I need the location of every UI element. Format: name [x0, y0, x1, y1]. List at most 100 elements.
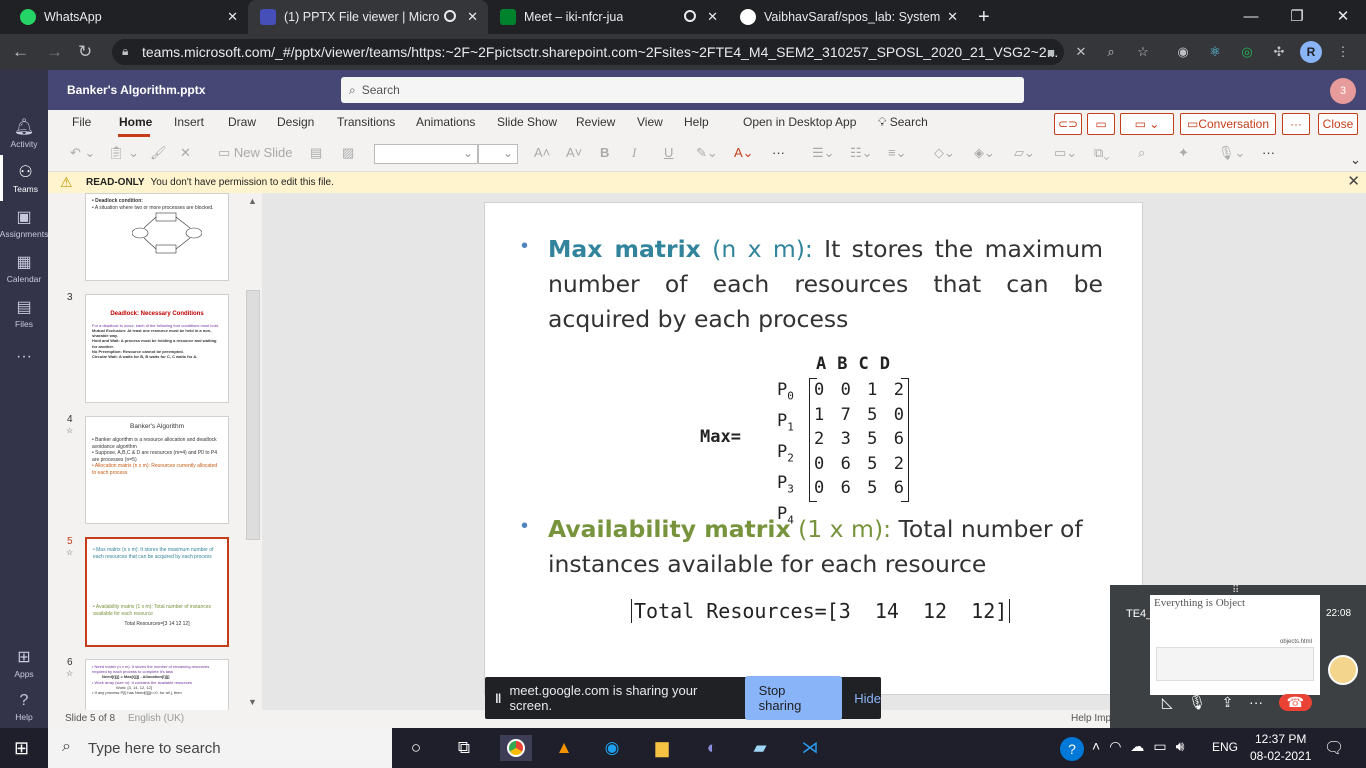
mic-off-icon[interactable]: 🎙︎ — [1188, 694, 1206, 711]
slide-thumbnail-2[interactable]: • Deadlock condition: • A situation wher… — [85, 193, 229, 281]
paste-icon[interactable]: 📋︎ ⌄ — [108, 145, 139, 161]
back-icon[interactable]: ← — [12, 42, 29, 62]
tray-chevron-icon[interactable]: ˄ — [1092, 738, 1100, 755]
volume-icon[interactable]: 🔊︎ — [1176, 738, 1185, 755]
close-tab-icon[interactable]: ✕ — [707, 9, 718, 25]
slide-thumbnail-4[interactable]: Banker's Algorithm • Banker algorithm is… — [85, 416, 229, 524]
close-viewer-button[interactable]: Close — [1318, 113, 1358, 135]
undo-icon[interactable]: ↶ ⌄ — [70, 145, 95, 161]
onedrive-icon[interactable]: ☁︎ — [1130, 738, 1144, 755]
browser-tab-github[interactable]: VaibhavSaraf/spos_lab: System Pr ✕ — [728, 0, 968, 34]
clock[interactable]: 12:37 PM 08-02-2021 — [1250, 731, 1311, 765]
close-window-button[interactable]: ✕ — [1320, 0, 1366, 32]
tab-animations[interactable]: Animations — [416, 115, 475, 129]
slide-thumbnail-6[interactable]: • Need matrix (n x m): It stores the num… — [85, 659, 229, 710]
close-tab-icon[interactable]: ✕ — [467, 9, 478, 25]
rail-teams[interactable]: ⚇ Teams — [0, 155, 48, 201]
group-icon[interactable]: ⧉⌄ — [1094, 145, 1109, 161]
scrollbar-thumb[interactable] — [246, 290, 260, 540]
reset-slide-icon[interactable]: ▨ — [342, 145, 354, 161]
vscode-icon[interactable]: ⋊ — [796, 735, 824, 761]
font-family-dropdown[interactable]: ⌄ — [374, 144, 478, 164]
eclipse-icon[interactable]: ◐ — [698, 735, 726, 761]
dismiss-banner-icon[interactable]: ✕ — [1347, 172, 1360, 190]
cortana-icon[interactable]: ○ — [402, 735, 430, 761]
fill-icon[interactable]: ◈⌄ — [974, 145, 995, 161]
close-tab-icon[interactable]: ✕ — [227, 9, 238, 25]
bullets-icon[interactable]: ☰⌄ — [812, 145, 835, 161]
tab-design[interactable]: Design — [277, 115, 314, 129]
rail-files[interactable]: ▤ Files — [0, 290, 48, 336]
more-options-button[interactable]: ··· — [1282, 113, 1310, 135]
format-painter-icon[interactable]: 🖌︎ — [150, 145, 167, 161]
more-commands-icon[interactable]: ··· — [1262, 145, 1275, 160]
reload-icon[interactable]: ↻ — [78, 42, 92, 62]
more-options-icon[interactable]: ··· — [1249, 694, 1263, 710]
collapse-ribbon-icon[interactable]: ⌄ — [1350, 152, 1361, 168]
close-tab-icon[interactable]: ✕ — [947, 9, 958, 25]
input-language[interactable]: ENG — [1212, 740, 1238, 754]
browser-menu-icon[interactable]: ⋮ — [1332, 41, 1354, 63]
taskbar-search-input[interactable]: ⌕ Type here to search — [48, 728, 392, 768]
new-slide-button[interactable]: ▭ New Slide — [218, 145, 292, 161]
highlight-icon[interactable]: ✎⌄ — [696, 145, 718, 161]
task-view-icon[interactable]: ⧉ — [450, 735, 478, 761]
present-icon[interactable]: ⇪ — [1222, 694, 1234, 711]
dictate-icon[interactable]: 🎙︎⌄ — [1218, 145, 1245, 161]
tab-transitions[interactable]: Transitions — [337, 115, 395, 129]
search-input[interactable]: ⌕ Search — [341, 77, 1024, 103]
increase-font-icon[interactable]: A˄ — [534, 145, 550, 160]
bookmark-star-icon[interactable]: ☆ — [1132, 41, 1154, 63]
scroll-up-icon[interactable]: ▲ — [248, 196, 257, 206]
new-tab-button[interactable]: + — [978, 6, 990, 29]
file-explorer-icon[interactable]: ▆ — [648, 735, 676, 761]
user-avatar[interactable]: 3 — [1330, 78, 1356, 104]
edge-icon[interactable]: ◉ — [598, 735, 626, 761]
font-color-icon[interactable]: A⌄ — [734, 145, 754, 161]
scroll-down-icon[interactable]: ▼ — [248, 697, 257, 707]
vlc-icon[interactable]: ▲ — [550, 735, 578, 761]
rail-activity[interactable]: 🔔︎ Activity — [0, 110, 48, 156]
shapes-icon[interactable]: ◇⌄ — [934, 145, 955, 161]
browser-tab-meet[interactable]: Meet – iki-nfcr-jua ✕ — [488, 0, 728, 34]
drag-handle-icon[interactable]: ‖ — [495, 691, 501, 706]
outline-icon[interactable]: ▱⌄ — [1014, 145, 1035, 161]
present-button[interactable]: ▭ ⌄ — [1120, 113, 1174, 135]
designer-icon[interactable]: ✦ — [1178, 145, 1189, 161]
rail-apps[interactable]: ⊞ Apps — [0, 640, 48, 686]
tab-slide-show[interactable]: Slide Show — [497, 115, 557, 129]
hide-button[interactable]: Hide — [854, 691, 881, 706]
align-icon[interactable]: ≡⌄ — [888, 145, 906, 161]
restore-button[interactable]: ❐ — [1274, 0, 1320, 32]
open-in-desktop-app[interactable]: Open in Desktop App — [743, 115, 856, 129]
forward-icon[interactable]: → — [46, 42, 63, 62]
tab-draw[interactable]: Draw — [228, 115, 256, 129]
help-improve-link[interactable]: Help Imp — [1071, 713, 1111, 724]
tab-review[interactable]: Review — [576, 115, 615, 129]
battery-icon[interactable]: ▭ — [1153, 738, 1166, 755]
tab-home[interactable]: Home — [119, 115, 152, 129]
slide-thumbnail-5[interactable]: • Max matrix (n x m): It stores the maxi… — [85, 537, 229, 647]
chrome-taskbar-icon[interactable] — [500, 735, 532, 761]
profile-avatar[interactable]: R — [1300, 41, 1322, 63]
notifications-icon[interactable]: 🗨︎ — [1324, 738, 1344, 758]
tab-help[interactable]: Help — [684, 115, 709, 129]
address-bar[interactable]: 🔒︎ teams.microsoft.com/_#/pptx/viewer/te… — [112, 39, 1064, 65]
numbering-icon[interactable]: ☷⌄ — [850, 145, 873, 161]
mic-blocked-icon[interactable]: ✕ — [1070, 41, 1092, 63]
decrease-font-icon[interactable]: A˅ — [566, 145, 582, 160]
zoom-icon[interactable]: ⌕ — [1100, 41, 1122, 63]
bold-icon[interactable]: B — [600, 145, 609, 160]
italic-icon[interactable]: I — [632, 145, 636, 161]
share-link-button[interactable]: ⊂⊃ — [1054, 113, 1082, 135]
rail-more[interactable]: ··· — [0, 335, 48, 381]
tab-file[interactable]: File — [72, 115, 91, 129]
find-icon[interactable]: ⌕ — [1138, 145, 1145, 161]
react-extension-icon[interactable]: ⚛ — [1204, 41, 1226, 63]
tab-view[interactable]: View — [637, 115, 663, 129]
browser-tab-whatsapp[interactable]: WhatsApp ✕ — [8, 0, 248, 34]
font-size-dropdown[interactable]: ⌄ — [478, 144, 518, 164]
notepad-icon[interactable]: ▰ — [746, 735, 774, 761]
browser-tab-pptx-viewer[interactable]: (1) PPTX File viewer | Microsc ✕ — [248, 0, 488, 34]
screenshot-extension-icon[interactable]: ◉ — [1172, 41, 1194, 63]
